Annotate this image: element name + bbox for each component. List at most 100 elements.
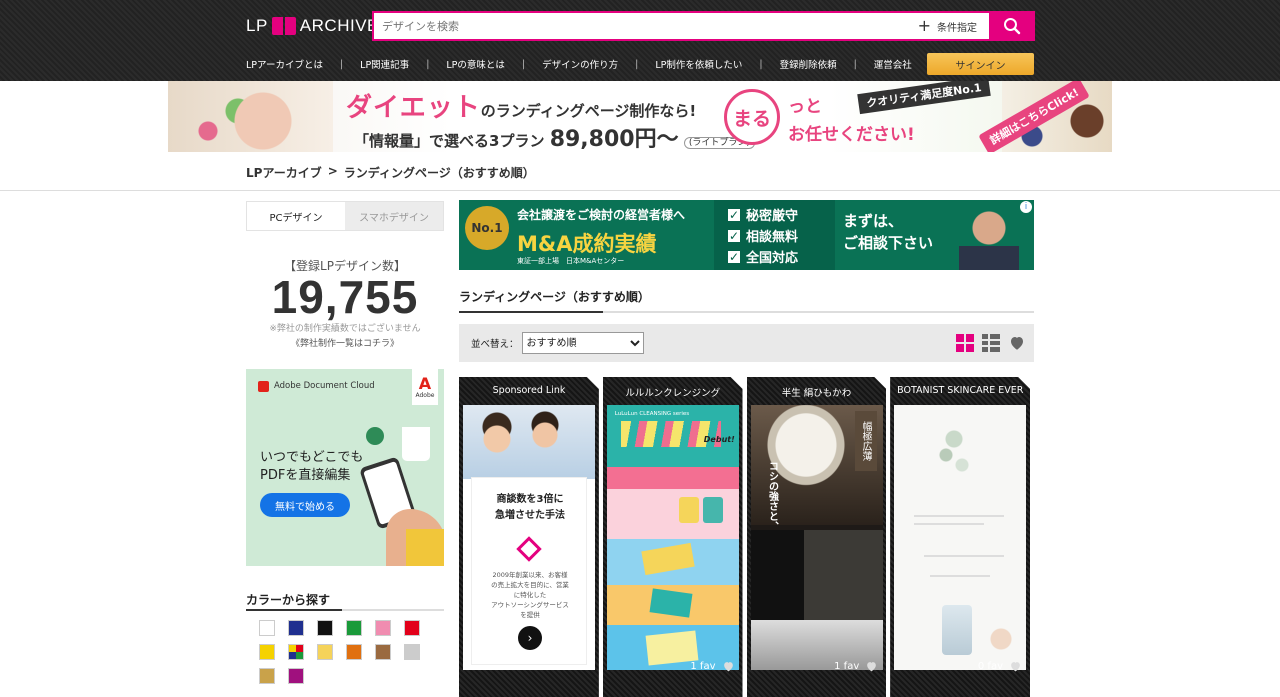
- color-swatch[interactable]: [346, 644, 362, 660]
- search-input[interactable]: [374, 13, 918, 39]
- condition-filter-button[interactable]: + 条件指定: [918, 18, 977, 34]
- banner-headline-rest: のランディングページ制作なら!: [480, 102, 697, 120]
- nav-articles[interactable]: LP関連記事: [360, 57, 409, 71]
- color-swatch[interactable]: [259, 668, 275, 684]
- product-illustration: [703, 497, 723, 523]
- list-view-icon[interactable]: [982, 334, 1000, 352]
- device-tabs: PCデザイン スマホデザイン: [246, 201, 444, 231]
- sponsored-desc-line: アウトソーシングサービス: [491, 601, 569, 609]
- grid-view-icon[interactable]: [956, 334, 974, 352]
- color-swatch[interactable]: [404, 620, 420, 636]
- color-swatch[interactable]: [288, 620, 304, 636]
- ma-ad-cta-line1: まずは、: [843, 212, 904, 230]
- promo-banner[interactable]: ダイエットのランディングページ制作なら! 「情報量」で選べる3プラン 89,80…: [168, 81, 1112, 152]
- lp-text-line: [924, 555, 1004, 557]
- ad-copy-line2: PDFを直接編集: [260, 468, 351, 483]
- lp-brand-text: LuLuLun CLEANSING series: [614, 411, 690, 417]
- lp-card[interactable]: 半生 絹ひもかわ 幅極広薄 コシの強さと、絶品の喉越し。 1 fav: [747, 377, 887, 697]
- tab-pc-design[interactable]: PCデザイン: [247, 202, 345, 230]
- nav-howto[interactable]: デザインの作り方: [542, 57, 618, 71]
- banner-headline-main: ダイエット: [346, 93, 481, 123]
- ma-ad-line3: 東証一部上場 日本M&Aセンター: [517, 257, 625, 265]
- fav-count-text: 1 fav: [690, 661, 716, 672]
- sponsored-desc-line: の売上拡大を目的に、営業: [491, 581, 569, 589]
- works-list-link[interactable]: 《弊社制作一覧はコチラ》: [246, 336, 444, 349]
- color-swatch[interactable]: [346, 620, 362, 636]
- lp-card[interactable]: Sponsored Link 商談数を3倍に 急増させた手法 2009年創業以来…: [459, 377, 599, 697]
- registered-count: 19,755: [271, 271, 419, 323]
- plant-illustration: [366, 427, 384, 445]
- nav-company[interactable]: 運営会社: [874, 57, 912, 71]
- fav-count: 0 fav: [978, 660, 1022, 673]
- model-photo: [986, 625, 1016, 665]
- ma-ad-cta: まずは、 ご相談下さい: [843, 210, 933, 254]
- lp-card-thumbnail: [894, 405, 1026, 670]
- check-icon: ✓: [727, 249, 741, 264]
- lp-card-title: BOTANIST SKINCARE EVER: [897, 385, 1024, 396]
- heart-icon[interactable]: [722, 660, 735, 673]
- logo-text-archive: ARCHIVE: [299, 16, 379, 35]
- ma-ad-checklist: ✓ 秘密厳守 ✓ 相談無料 ✓ 全国対応: [727, 205, 798, 266]
- adobe-a-icon: A: [418, 373, 432, 393]
- sponsored-desc-line: に特化した: [513, 591, 547, 599]
- color-swatch[interactable]: [375, 644, 391, 660]
- site-logo[interactable]: LP ARCHIVE: [246, 13, 379, 39]
- banner-price: 89,800円〜: [549, 127, 679, 152]
- checklist-text: 相談無料: [746, 230, 799, 245]
- banner-photo-left: [168, 81, 333, 152]
- color-swatch[interactable]: [259, 620, 275, 636]
- search-icon: [1004, 18, 1021, 35]
- ma-center-ad[interactable]: No.1 会社譲渡をご検討の経営者様へ M&A成約実績 東証一部上場 日本M&A…: [459, 200, 1034, 270]
- lp-text-line: [930, 575, 990, 577]
- check-icon: ✓: [727, 228, 741, 243]
- adobe-ad[interactable]: Adobe Document Cloud A Adobe いつでもどこでも PD…: [246, 369, 444, 566]
- nav-delete-request[interactable]: 登録削除依頼: [780, 57, 837, 71]
- checklist-item: ✓ 秘密厳守: [727, 205, 798, 224]
- color-swatch[interactable]: [288, 644, 304, 660]
- ma-ad-cta-line2: ご相談下さい: [843, 234, 934, 252]
- banner-plans: 「情報量」で選べる3プラン: [354, 132, 545, 150]
- color-swatch[interactable]: [375, 620, 391, 636]
- signin-button[interactable]: サインイン: [927, 53, 1034, 75]
- nav-request[interactable]: LP制作を依頼したい: [655, 57, 742, 71]
- lp-card-title: Sponsored Link: [492, 385, 566, 396]
- lp-text-line: [914, 515, 1004, 517]
- adobe-logo: A Adobe: [412, 369, 438, 405]
- color-search-title: カラーから探す: [246, 593, 331, 607]
- favorites-heart-icon[interactable]: [1008, 334, 1026, 352]
- site-header: LP ARCHIVE + 条件指定 LPアーカイブとは | LP関連記事 | L…: [0, 0, 1280, 81]
- color-swatch[interactable]: [317, 620, 333, 636]
- sponsored-desc-line: 2009年創業以来、お客様: [492, 571, 568, 579]
- sort-select[interactable]: おすすめ順: [521, 332, 644, 354]
- sponsored-desc-line: を提供: [520, 611, 540, 619]
- color-swatch[interactable]: [259, 644, 275, 660]
- breadcrumb-root[interactable]: LPアーカイブ: [246, 164, 322, 181]
- color-swatch[interactable]: [288, 668, 304, 684]
- sleeve-illustration: [406, 529, 444, 566]
- debut-text: Debut!: [703, 435, 735, 444]
- tab-sp-design[interactable]: スマホデザイン: [345, 202, 443, 230]
- color-swatch[interactable]: [317, 644, 333, 660]
- checklist-item: ✓ 相談無料: [727, 226, 798, 245]
- ad-info-icon[interactable]: i: [1020, 201, 1032, 213]
- lp-card[interactable]: ルルルンクレンジング LuLuLun CLEANSING series Debu…: [603, 377, 743, 697]
- checklist-text: 全国対応: [746, 251, 799, 266]
- lp-card[interactable]: BOTANIST SKINCARE EVER 0 fav: [890, 377, 1030, 697]
- color-swatch[interactable]: [404, 644, 420, 660]
- arrow-right-icon[interactable]: ›: [518, 626, 542, 650]
- ad-start-button[interactable]: 無料で始める: [260, 493, 350, 517]
- lp-card-title: 半生 絹ひもかわ: [781, 388, 852, 399]
- condition-filter-label: 条件指定: [937, 22, 977, 34]
- sponsored-description: 2009年創業以来、お客様 の売上拡大を目的に、営業 に特化した アウトソーシン…: [472, 570, 588, 620]
- adobe-mark-text: Adobe: [415, 391, 435, 399]
- fav-count-text: 1 fav: [834, 661, 860, 672]
- lp-card-thumbnail: LuLuLun CLEANSING series Debut!: [607, 405, 739, 670]
- heart-icon[interactable]: [865, 660, 878, 673]
- search-button[interactable]: [989, 11, 1035, 41]
- sponsored-heading-2: 急増させた手法: [495, 510, 565, 521]
- breadcrumb-current: ランディングページ（おすすめ順）: [343, 166, 535, 180]
- nav-separator: |: [521, 58, 526, 70]
- nav-meaning[interactable]: LPの意味とは: [446, 57, 505, 71]
- nav-about[interactable]: LPアーカイブとは: [246, 57, 323, 71]
- heart-icon[interactable]: [1009, 660, 1022, 673]
